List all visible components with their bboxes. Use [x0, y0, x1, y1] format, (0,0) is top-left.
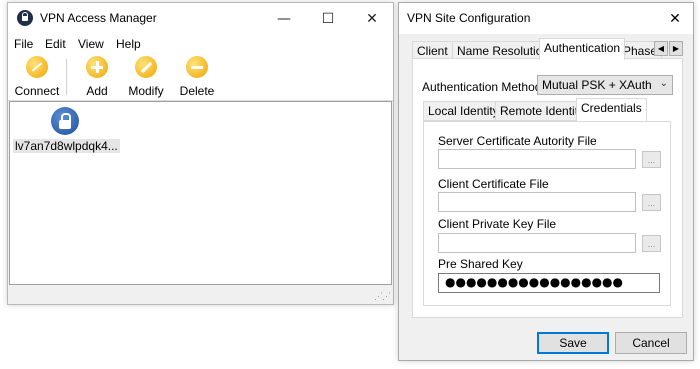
client-cert-input[interactable]	[438, 192, 636, 212]
client-key-label: Client Private Key File	[438, 217, 557, 231]
minimize-button[interactable]: —	[262, 3, 306, 34]
chevron-down-icon: ⌄	[659, 78, 668, 89]
menu-help[interactable]: Help	[116, 37, 141, 51]
resize-grip-icon[interactable]: ⋰⋰	[374, 291, 391, 302]
subtab-credentials[interactable]: Credentials	[576, 98, 647, 121]
server-cert-browse-button[interactable]: ...	[642, 151, 661, 168]
main-titlebar[interactable]: VPN Access Manager — ☐ ✕	[8, 3, 393, 34]
toolbar: Connect Add Modify Delete	[8, 53, 393, 101]
delete-button[interactable]: Delete	[178, 56, 216, 98]
server-cert-input[interactable]	[438, 149, 636, 169]
client-key-input[interactable]	[438, 233, 636, 253]
auth-method-label: Authentication Method	[422, 80, 542, 94]
client-cert-label: Client Certificate File	[438, 177, 549, 191]
authentication-page: Authentication Method Mutual PSK + XAuth…	[412, 58, 683, 318]
toolbar-separator	[66, 59, 67, 95]
vpn-access-manager-window: VPN Access Manager — ☐ ✕ File Edit View …	[7, 2, 394, 305]
main-window-title: VPN Access Manager	[40, 11, 157, 25]
vpn-lock-icon[interactable]	[51, 107, 79, 135]
connection-list[interactable]: lv7an7d8wlpdqk4...	[9, 101, 392, 285]
connect-icon	[26, 56, 48, 78]
client-cert-browse-button[interactable]: ...	[642, 194, 661, 211]
tab-scroll-right-icon[interactable]: ▶	[669, 41, 683, 56]
delete-label: Delete	[179, 84, 215, 98]
menu-file[interactable]: File	[14, 37, 33, 51]
dialog-titlebar[interactable]: VPN Site Configuration ✕	[399, 3, 693, 34]
auth-method-value: Mutual PSK + XAuth	[542, 78, 652, 92]
connection-label[interactable]: lv7an7d8wlpdqk4...	[13, 139, 120, 153]
pre-shared-key-input[interactable]: ●●●●●●●●●●●●●●●●●	[438, 273, 660, 293]
server-cert-label: Server Certificate Autority File	[438, 134, 597, 148]
tab-authentication[interactable]: Authentication	[539, 38, 626, 60]
dialog-title: VPN Site Configuration	[407, 11, 531, 25]
menubar: File Edit View Help	[8, 34, 393, 53]
menu-edit[interactable]: Edit	[45, 37, 66, 51]
add-label: Add	[86, 84, 108, 98]
add-icon	[86, 56, 108, 78]
subtab-local-identity[interactable]: Local Identity	[423, 101, 504, 121]
status-bar: ⋰⋰	[8, 285, 393, 304]
menu-view[interactable]: View	[78, 37, 104, 51]
cancel-button[interactable]: Cancel	[615, 332, 687, 354]
delete-icon	[186, 56, 208, 78]
dialog-close-button[interactable]: ✕	[657, 3, 693, 34]
connect-button[interactable]: Connect	[14, 56, 60, 98]
subtab-remote-identity[interactable]: Remote Identity	[495, 101, 590, 121]
auth-method-select[interactable]: Mutual PSK + XAuth ⌄	[537, 75, 673, 95]
modify-button[interactable]: Modify	[125, 56, 167, 98]
modify-label: Modify	[128, 84, 164, 98]
app-lock-icon	[17, 10, 33, 26]
connect-label: Connect	[14, 84, 60, 98]
tab-scroll-left-icon[interactable]: ◀	[654, 41, 668, 56]
vpn-site-configuration-dialog: VPN Site Configuration ✕ Client Name Res…	[398, 2, 694, 361]
save-button[interactable]: Save	[537, 332, 609, 354]
client-key-browse-button[interactable]: ...	[642, 235, 661, 252]
add-button[interactable]: Add	[80, 56, 114, 98]
maximize-button[interactable]: ☐	[306, 3, 350, 34]
close-button[interactable]: ✕	[350, 3, 394, 34]
credentials-page: Server Certificate Autority File ... Cli…	[423, 121, 671, 306]
psk-label: Pre Shared Key	[438, 257, 523, 271]
modify-wrench-icon	[135, 56, 157, 78]
